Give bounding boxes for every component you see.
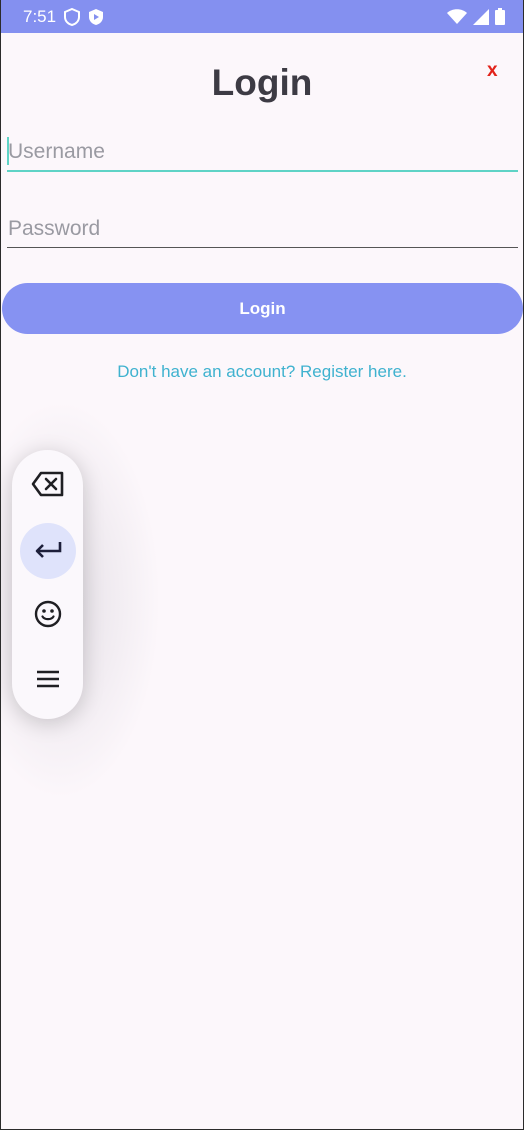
battery-icon — [495, 8, 505, 25]
backspace-icon — [31, 471, 65, 502]
app-screen: 7:51 Login x Username Password Login Don… — [0, 0, 524, 1130]
emoji-icon — [34, 600, 62, 633]
enter-icon — [34, 539, 62, 564]
status-right — [447, 8, 505, 25]
backspace-button[interactable] — [20, 458, 76, 514]
text-cursor — [7, 137, 9, 165]
signal-icon — [473, 8, 489, 25]
register-link[interactable]: Don't have an account? Register here. — [1, 362, 523, 382]
close-button[interactable]: x — [487, 60, 498, 82]
play-badge-icon — [88, 8, 104, 26]
status-time: 7:51 — [23, 6, 57, 26]
password-field[interactable]: Password — [7, 208, 518, 248]
wifi-icon — [447, 8, 467, 25]
shield-icon — [64, 7, 81, 26]
status-left: 7:51 — [23, 7, 104, 27]
username-field[interactable]: Username — [7, 132, 518, 172]
page-title: Login — [211, 62, 313, 103]
password-placeholder: Password — [8, 217, 101, 240]
login-button[interactable]: Login — [2, 283, 523, 334]
menu-icon — [35, 669, 61, 694]
menu-button[interactable] — [20, 653, 76, 709]
floating-keyboard-toolbar — [12, 450, 83, 719]
emoji-button[interactable] — [20, 588, 76, 644]
enter-button[interactable] — [20, 523, 76, 579]
status-bar: 7:51 — [1, 0, 523, 33]
username-placeholder: Username — [8, 140, 105, 163]
